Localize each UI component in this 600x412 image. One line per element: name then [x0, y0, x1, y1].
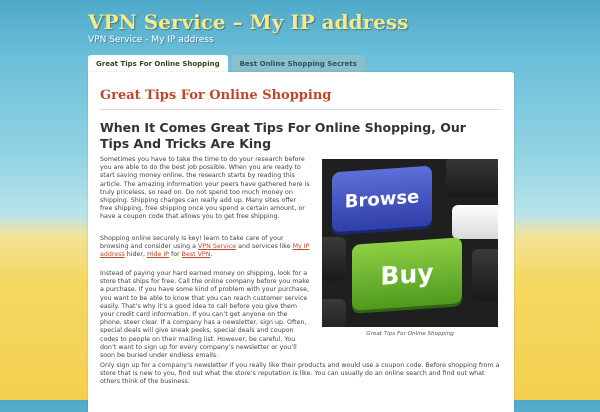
vpn-service-link[interactable]: VPN Service [198, 243, 236, 250]
keyboard-key [472, 249, 498, 301]
keyboard-key [452, 205, 498, 239]
best-vpn-link[interactable]: Best VPN [182, 251, 211, 258]
keyboard-key [322, 299, 346, 327]
article-paragraph-2: Shopping online securely is key! learn t… [100, 235, 310, 260]
buy-key: Buy [352, 237, 462, 311]
title-divider [100, 109, 502, 110]
buy-key-label: Buy [380, 257, 434, 291]
image-caption: Great Tips For Online Shopping [366, 331, 454, 337]
page-title: Great Tips For Online Shopping [100, 88, 332, 103]
main-navigation: Great Tips For Online Shopping Best Onli… [88, 55, 365, 73]
article-paragraph-3: Instead of paying your hard earned money… [100, 270, 310, 360]
content-panel: Great Tips For Online Shopping When It C… [88, 72, 514, 412]
browse-buy-keyboard-image: Browse Buy [322, 159, 498, 327]
site-description: VPN Service - My IP address [88, 35, 214, 45]
article-paragraph-4: Only sign up for a company’s newsletter … [100, 362, 500, 386]
paragraph-text: and services like [236, 243, 293, 251]
keyboard-key [446, 159, 498, 197]
tab-best-secrets[interactable]: Best Online Shopping Secrets [231, 55, 365, 73]
keyboard-key [322, 237, 346, 281]
paragraph-text: for [168, 251, 182, 259]
paragraph-text: . [210, 251, 213, 259]
site-title[interactable]: VPN Service – My IP address [88, 10, 408, 34]
browse-key-label: Browse [344, 185, 420, 213]
tab-great-tips[interactable]: Great Tips For Online Shopping [88, 55, 228, 73]
browse-key: Browse [332, 165, 432, 233]
paragraph-text: hider, [124, 251, 147, 259]
article-paragraph-1: Sometimes you have to take the time to d… [100, 156, 310, 221]
hide-ip-link[interactable]: Hide IP [147, 251, 169, 258]
post-title: When It Comes Great Tips For Online Shop… [100, 120, 466, 151]
